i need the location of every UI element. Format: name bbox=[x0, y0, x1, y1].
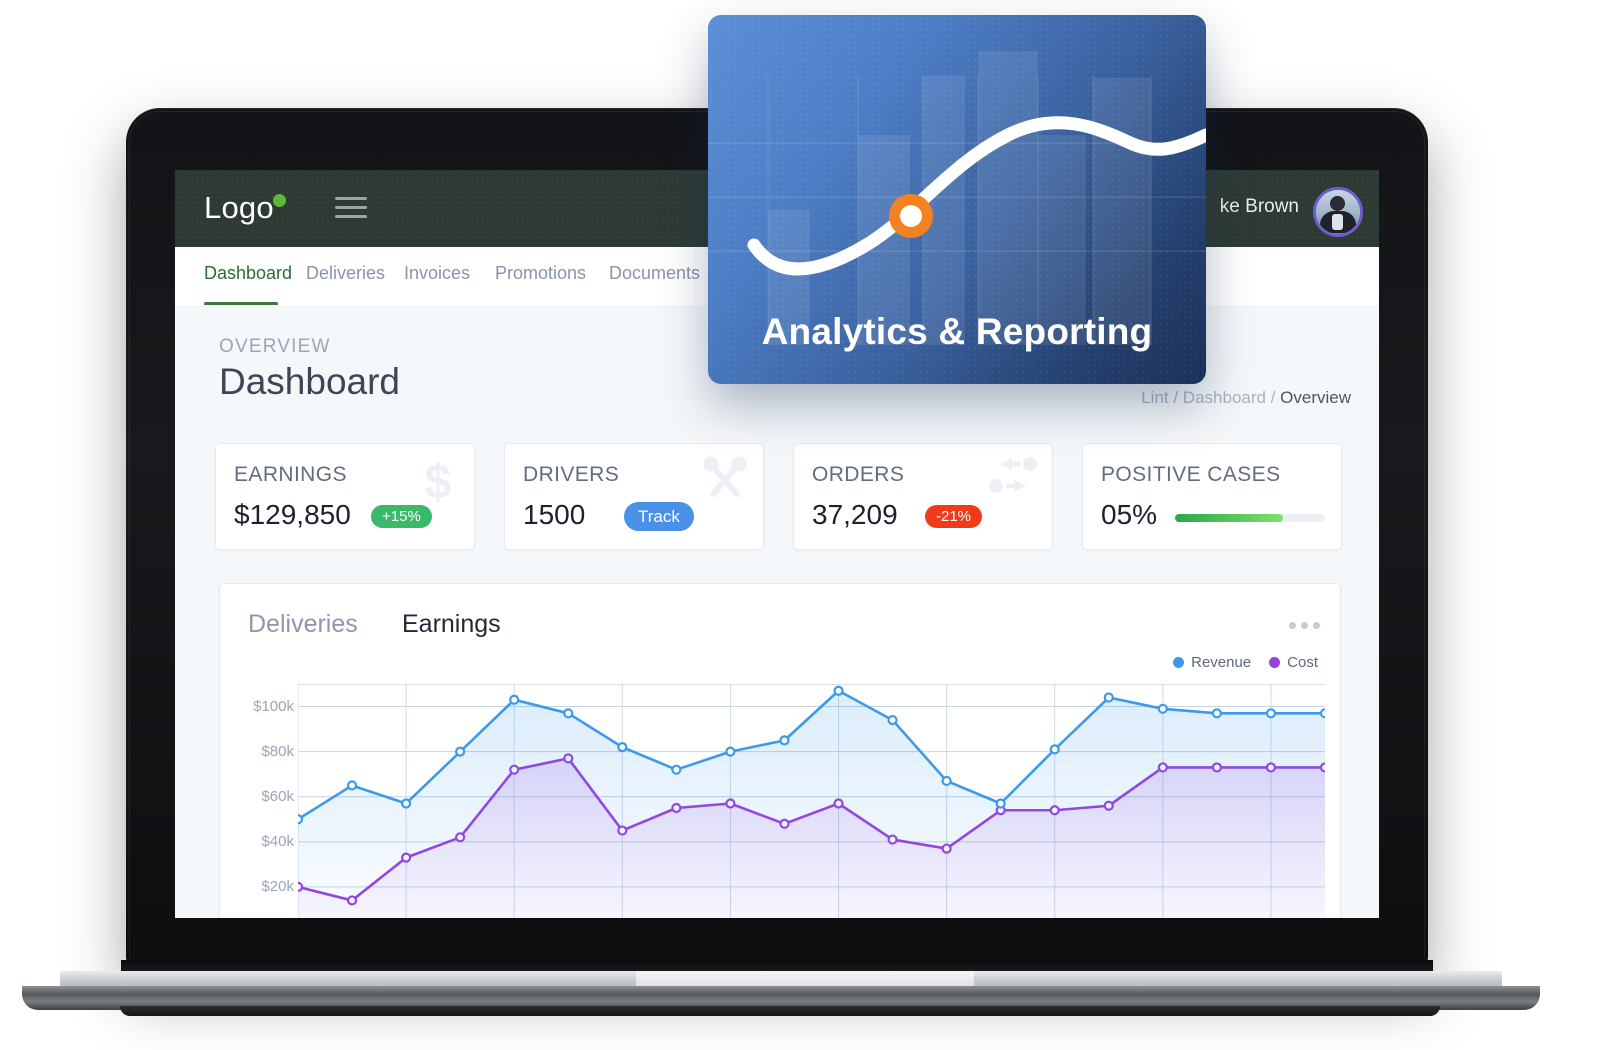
page-eyebrow: OVERVIEW bbox=[219, 336, 331, 357]
overlay-chart-graphic bbox=[708, 51, 1206, 345]
data-point[interactable] bbox=[1265, 708, 1277, 719]
tab-dashboard[interactable]: Dashboard bbox=[204, 263, 292, 284]
data-point[interactable] bbox=[455, 746, 466, 757]
chart-plot-area bbox=[298, 684, 1325, 918]
legend-swatch-revenue bbox=[1173, 657, 1185, 668]
avatar-head bbox=[1330, 196, 1345, 211]
tab-invoices[interactable]: Invoices bbox=[404, 263, 470, 284]
overlay-bars bbox=[768, 51, 1151, 345]
stat-card-orders[interactable]: ORDERS 37,209 -21% bbox=[793, 443, 1053, 550]
dollar-sign-icon: $ bbox=[425, 456, 452, 508]
progress-bar bbox=[1175, 514, 1325, 522]
legend-swatch-cost bbox=[1269, 657, 1281, 668]
data-point[interactable] bbox=[725, 746, 736, 757]
stat-card-drivers[interactable]: DRIVERS 1500 Track bbox=[504, 443, 764, 550]
breadcrumb-current: Overview bbox=[1280, 388, 1351, 407]
status-badge: +15% bbox=[371, 505, 432, 528]
kebab-menu-icon[interactable] bbox=[1289, 622, 1320, 629]
data-point[interactable] bbox=[346, 780, 358, 791]
data-point[interactable] bbox=[401, 798, 412, 809]
svg-text:$: $ bbox=[425, 456, 452, 508]
transfer-arrows-icon bbox=[989, 457, 1037, 493]
progress-bar-fill bbox=[1175, 514, 1283, 522]
chart-tab-earnings[interactable]: Earnings bbox=[402, 610, 501, 639]
legend-item-cost[interactable]: Cost bbox=[1269, 654, 1318, 671]
data-point[interactable] bbox=[1319, 708, 1325, 719]
data-point[interactable] bbox=[779, 735, 790, 746]
breadcrumb: Lint / Dashboard / Overview bbox=[1141, 388, 1351, 408]
stat-card-row: EARNINGS $129,850 +15% $ DRIVERS 1500 Tr… bbox=[215, 443, 1342, 550]
data-point[interactable] bbox=[1103, 692, 1114, 703]
breadcrumb-path[interactable]: Lint / Dashboard / bbox=[1141, 388, 1280, 407]
stat-label: POSITIVE CASES bbox=[1101, 463, 1281, 486]
laptop-base-shadow bbox=[120, 1006, 1440, 1016]
app-logo[interactable]: Logo bbox=[204, 190, 274, 226]
data-point[interactable] bbox=[833, 685, 844, 696]
data-point[interactable] bbox=[617, 742, 628, 753]
tab-documents[interactable]: Documents bbox=[609, 263, 700, 284]
stat-value: $129,850 bbox=[234, 499, 351, 530]
avatar-shirt bbox=[1332, 214, 1343, 230]
chart-tab-deliveries[interactable]: Deliveries bbox=[248, 610, 358, 639]
stat-value: 1500 bbox=[523, 499, 586, 530]
stat-card-positive-cases[interactable]: POSITIVE CASES 05% bbox=[1082, 443, 1342, 550]
data-point[interactable] bbox=[887, 714, 898, 726]
data-point[interactable] bbox=[1211, 708, 1222, 719]
hamburger-menu-icon[interactable] bbox=[335, 197, 367, 221]
overlay-title: Analytics & Reporting bbox=[761, 311, 1153, 352]
y-axis-tick-label: $20k bbox=[261, 877, 294, 895]
data-point[interactable] bbox=[1157, 703, 1168, 714]
page-title: Dashboard bbox=[219, 361, 401, 402]
data-point[interactable] bbox=[671, 764, 682, 775]
y-axis-tick-label: $80k bbox=[261, 742, 294, 760]
stat-label: DRIVERS bbox=[523, 463, 620, 486]
screenshot-stage: Logo ke Brown Dashboard Deliveries Invoi… bbox=[0, 0, 1610, 1050]
stat-value: 05% bbox=[1101, 499, 1158, 530]
earnings-chart-panel: Deliveries Earnings Revenue Cost $100k $8… bbox=[219, 583, 1341, 918]
logo-dot-icon bbox=[273, 194, 286, 207]
y-axis-tick-label: $40k bbox=[261, 832, 294, 850]
legend-label-revenue: Revenue bbox=[1191, 654, 1252, 671]
chart-point-marker-center bbox=[900, 205, 922, 227]
wrench-screwdriver-icon bbox=[703, 456, 747, 497]
laptop-deck-notch bbox=[636, 971, 974, 987]
stat-value: 37,209 bbox=[812, 499, 898, 530]
status-badge: -21% bbox=[925, 505, 983, 528]
track-button[interactable]: Track bbox=[624, 502, 694, 531]
y-axis-tick-label: $100k bbox=[253, 697, 294, 715]
y-axis-tick-label: $60k bbox=[261, 787, 294, 805]
tab-deliveries[interactable]: Deliveries bbox=[306, 263, 385, 284]
tab-promotions[interactable]: Promotions bbox=[495, 263, 586, 284]
stat-label: ORDERS bbox=[812, 463, 905, 486]
data-point[interactable] bbox=[941, 775, 952, 787]
data-point[interactable] bbox=[509, 694, 520, 705]
legend-label-cost: Cost bbox=[1287, 654, 1318, 671]
stat-label: EARNINGS bbox=[234, 463, 347, 486]
chart-legend: Revenue Cost bbox=[1173, 654, 1318, 671]
user-name-label[interactable]: ke Brown bbox=[1220, 196, 1299, 218]
series-area-revenue bbox=[298, 690, 1325, 918]
analytics-overlay-card[interactable]: Analytics & Reporting bbox=[708, 15, 1206, 384]
line-chart-svg bbox=[298, 684, 1325, 918]
legend-item-revenue[interactable]: Revenue bbox=[1173, 654, 1251, 671]
avatar[interactable] bbox=[1313, 187, 1363, 237]
stat-card-earnings[interactable]: EARNINGS $129,850 +15% $ bbox=[215, 443, 475, 550]
data-point[interactable] bbox=[995, 798, 1006, 809]
data-point[interactable] bbox=[563, 708, 574, 719]
data-point[interactable] bbox=[298, 814, 304, 825]
data-point[interactable] bbox=[1049, 744, 1060, 755]
